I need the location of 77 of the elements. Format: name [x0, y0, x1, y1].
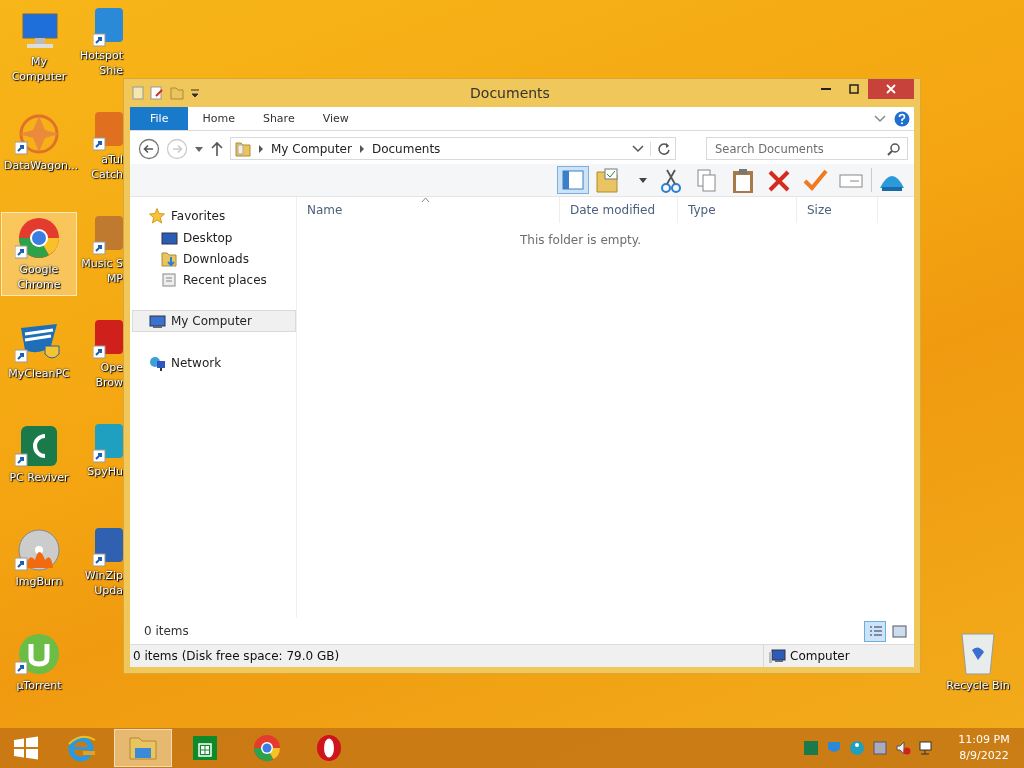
- folder-icon: [235, 140, 251, 157]
- address-bar[interactable]: My Computer Documents: [230, 137, 676, 160]
- nav-item[interactable]: Favorites: [132, 205, 296, 227]
- shortcut-label: Shie: [99, 63, 123, 78]
- column-header[interactable]: Type: [678, 197, 797, 223]
- ribbon-tab[interactable]: View: [308, 107, 363, 130]
- taskbar-app-button[interactable]: [114, 729, 172, 767]
- file-menu-button[interactable]: File: [130, 107, 189, 130]
- trash-bin-icon: [958, 630, 998, 676]
- shortcut-label: Hotspot: [79, 48, 123, 63]
- close-button[interactable]: [868, 79, 914, 99]
- close-icon: [886, 84, 896, 94]
- nav-item[interactable]: Downloads: [132, 248, 296, 269]
- nav-item[interactable]: Network: [132, 352, 296, 374]
- caret-icon[interactable]: [190, 86, 200, 100]
- column-header[interactable]: Name: [297, 197, 560, 223]
- network-icon: [149, 355, 166, 371]
- shortcut-label: Ope: [100, 360, 123, 375]
- shortcut-label: My Computer: [10, 54, 68, 84]
- image-view-icon: [890, 622, 908, 640]
- shortcut-label: µTorrent: [15, 678, 63, 693]
- shortcut-label: aTul: [101, 152, 123, 167]
- nav-item[interactable]: Recent places: [132, 269, 296, 290]
- clock-date: 8/9/2022: [959, 748, 1009, 764]
- empty-message: This folder is empty.: [519, 233, 642, 247]
- shortcut-label: Recycle Bin: [945, 678, 1011, 693]
- shortcut-label: WinZip: [84, 568, 123, 583]
- refresh-icon[interactable]: [650, 141, 671, 156]
- person-icon[interactable]: [849, 740, 865, 756]
- clock-time: 11:09 PM: [958, 732, 1010, 748]
- dropdown-icon[interactable]: [632, 143, 644, 154]
- ribbon-tab[interactable]: Home: [188, 107, 249, 130]
- recent-places-icon: [161, 271, 178, 288]
- download-folder-icon: [161, 250, 178, 267]
- search-icon[interactable]: [887, 142, 901, 156]
- help-icon[interactable]: [894, 110, 910, 127]
- sort-icon[interactable]: [421, 197, 430, 203]
- shortcut-label: Upda: [94, 583, 123, 598]
- column-header[interactable]: Size: [797, 197, 878, 223]
- speaker-muted-icon[interactable]: [895, 740, 911, 756]
- computer-icon: [768, 648, 786, 664]
- back-button[interactable]: [138, 137, 160, 160]
- status-text: 0 items (Disk free space: 79.0 GB): [133, 649, 340, 663]
- shortcut-label: Music S: [81, 256, 123, 271]
- nav-item[interactable]: Desktop: [132, 227, 296, 248]
- network-icon[interactable]: [918, 740, 934, 756]
- shortcut-label: MyCleanPC: [7, 366, 71, 381]
- status-location: Computer: [790, 649, 850, 663]
- shortcut-label: PC Reviver: [8, 470, 70, 485]
- view-toggle-button[interactable]: [864, 620, 886, 642]
- shortcut-label: ImgBurn: [14, 574, 64, 589]
- chevron-icon[interactable]: [257, 143, 265, 154]
- shortcut-label: Brow: [95, 375, 123, 390]
- window-title: Documents: [469, 85, 551, 101]
- disc-flame-icon: [15, 528, 63, 572]
- nav-item[interactable]: My Computer: [132, 310, 296, 332]
- column-header[interactable]: Date modified: [560, 197, 678, 223]
- shortcut-label: Catch: [91, 167, 123, 182]
- item-count: 0 items: [144, 624, 189, 638]
- chevron-icon[interactable]: [874, 113, 886, 124]
- shortcut-label: MP: [106, 271, 123, 286]
- breadcrumb-item[interactable]: My Computer: [271, 141, 352, 156]
- monitor-icon: [161, 229, 178, 246]
- star-icon: [149, 208, 166, 224]
- shortcut-label: SpyHu: [87, 464, 123, 479]
- search-field[interactable]: Search Documents: [706, 137, 908, 160]
- document-icon[interactable]: [150, 86, 164, 100]
- chevron-icon[interactable]: [357, 143, 366, 154]
- browser-logo-icon: [251, 732, 283, 764]
- minimize-icon: [821, 88, 831, 90]
- breadcrumb-item[interactable]: Documents: [371, 141, 441, 156]
- up-arrow-button[interactable]: [210, 140, 224, 157]
- shortcut-label: Google Chrome: [16, 262, 62, 292]
- maximize-icon: [849, 84, 859, 94]
- ribbon-tab[interactable]: Share: [248, 107, 309, 130]
- layout-pane-icon[interactable]: [557, 166, 589, 194]
- monitor-icon: [149, 313, 166, 329]
